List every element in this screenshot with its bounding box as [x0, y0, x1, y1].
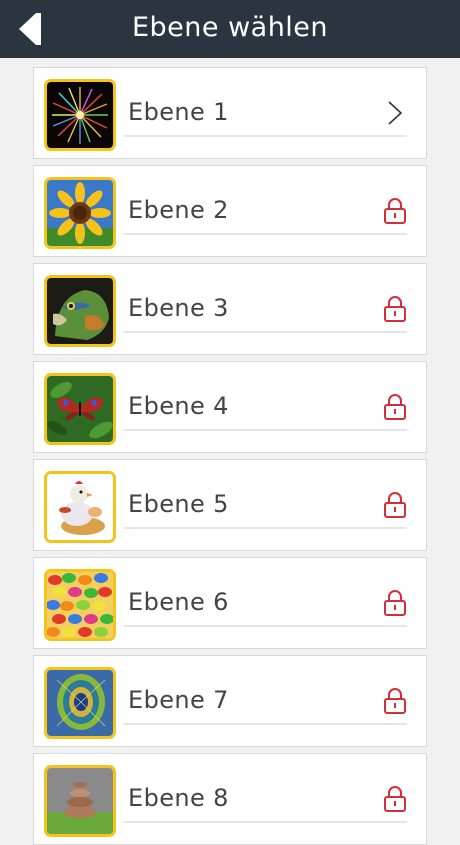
level-8-label: Ebene 8	[128, 784, 229, 812]
level-row-7[interactable]: Ebene 7	[33, 655, 427, 747]
divider	[124, 429, 407, 431]
level-5-label: Ebene 5	[128, 490, 229, 518]
lock-icon	[384, 786, 406, 812]
level-3-thumbnail	[44, 275, 116, 347]
level-5-thumbnail	[44, 471, 116, 543]
lock-icon	[384, 590, 406, 616]
level-2-label: Ebene 2	[128, 196, 229, 224]
level-7-label: Ebene 7	[128, 686, 229, 714]
level-row-3[interactable]: Ebene 3	[33, 263, 427, 355]
level-row-6[interactable]: Ebene 6	[33, 557, 427, 649]
divider	[124, 233, 407, 235]
level-7-thumbnail	[44, 667, 116, 739]
divider	[124, 625, 407, 627]
level-4-label: Ebene 4	[128, 392, 229, 420]
level-row-4[interactable]: Ebene 4	[33, 361, 427, 453]
level-row-5[interactable]: Ebene 5	[33, 459, 427, 551]
level-row-8[interactable]: Ebene 8	[33, 753, 427, 845]
level-row-1[interactable]: Ebene 1	[33, 67, 427, 159]
level-2-thumbnail	[44, 177, 116, 249]
level-8-thumbnail	[44, 765, 116, 837]
header-bar: Ebene wählen	[0, 0, 460, 58]
divider	[124, 723, 407, 725]
level-6-thumbnail	[44, 569, 116, 641]
level-1-label: Ebene 1	[128, 98, 229, 126]
level-row-2[interactable]: Ebene 2	[33, 165, 427, 257]
lock-icon	[384, 394, 406, 420]
level-1-thumbnail	[44, 79, 116, 151]
level-3-label: Ebene 3	[128, 294, 229, 322]
lock-icon	[384, 492, 406, 518]
lock-icon	[384, 688, 406, 714]
divider	[124, 331, 407, 333]
lock-icon	[384, 198, 406, 224]
level-4-thumbnail	[44, 373, 116, 445]
divider	[124, 821, 407, 823]
divider	[124, 527, 407, 529]
level-6-label: Ebene 6	[128, 588, 229, 616]
divider	[124, 135, 407, 137]
chevron-right-icon	[388, 101, 403, 125]
page-title: Ebene wählen	[131, 12, 329, 43]
lock-icon	[384, 296, 406, 322]
